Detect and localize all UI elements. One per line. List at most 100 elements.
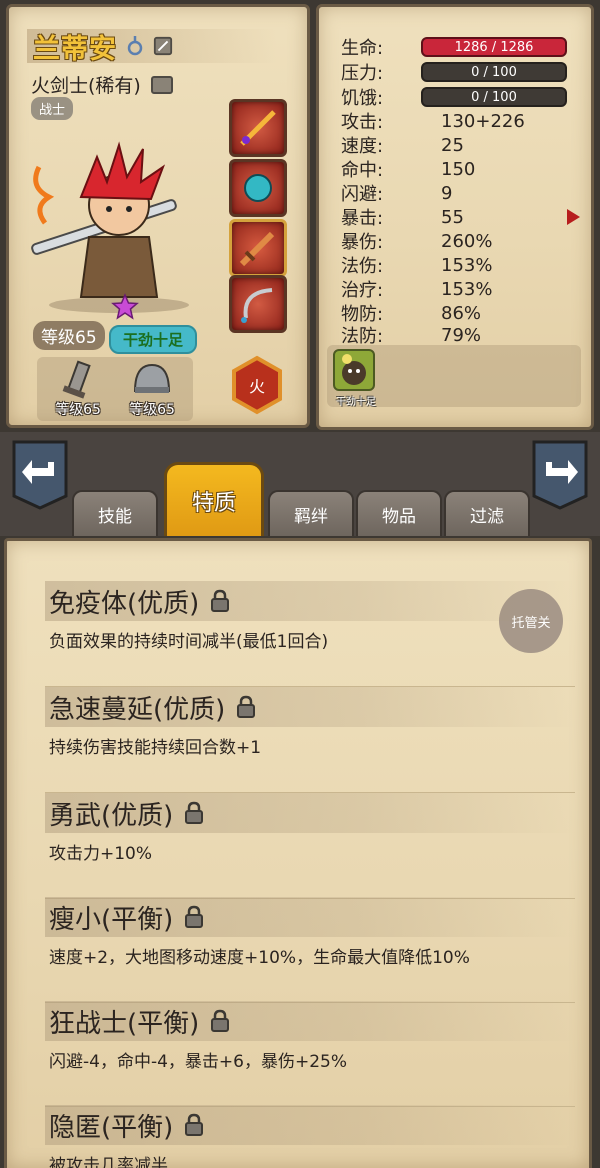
stat-label: 暴击:: [341, 208, 384, 229]
role-badge: 战士: [31, 97, 74, 120]
fire-element-icon[interactable]: 火: [227, 355, 287, 415]
equip-slot-weapon-1[interactable]: [229, 99, 287, 157]
stat-value: 153%: [441, 254, 493, 276]
stat-value: 260%: [441, 230, 493, 252]
stat-value: 55: [441, 206, 464, 228]
stat-value: 79%: [441, 324, 482, 346]
trait-item: 勇武(优质) 攻击力+10%: [45, 793, 575, 899]
stat-label: 速度:: [341, 136, 384, 157]
gear-box: 等级65 等级65: [37, 357, 193, 421]
gear-sword-level: 等级65: [55, 402, 101, 418]
stat-row: 暴击: 55: [341, 205, 591, 230]
stat-label: 治疗:: [341, 280, 384, 301]
flame-sword-icon: [240, 110, 276, 146]
stat-row: 命中: 150: [341, 157, 591, 182]
trait-item: 免疫体(优质) 负面效果的持续时间减半(最低1回合): [45, 581, 575, 687]
sword-icon: [239, 231, 275, 267]
stat-row: 暴伤: 260%: [341, 229, 591, 254]
character-name: 兰蒂安: [33, 33, 117, 65]
stats-panel: 生命: 1286 / 1286 压力: 0 / 100 饥饿: 0 / 100 …: [316, 4, 594, 430]
trait-header: 狂战士(平衡): [45, 1001, 575, 1041]
codex-icon[interactable]: [150, 75, 173, 94]
trait-header: 急速蔓延(优质): [45, 687, 575, 727]
equip-slot-weapon-2[interactable]: [229, 219, 287, 277]
character-panel: 兰蒂安 火剑士(稀有) 战士 等级65 干劲十足 等级65 等级65 火: [6, 4, 310, 428]
stat-row: 攻击: 130+226: [341, 109, 591, 134]
gear-helmet[interactable]: 等级65: [117, 357, 187, 421]
trait-item: 瘦小(平衡) 速度+2，大地图移动速度+10%，生命最大值降低10%: [45, 897, 575, 1003]
lock-icon[interactable]: [209, 589, 231, 613]
buff-icon[interactable]: [333, 349, 375, 391]
stat-row: 治疗: 153%: [341, 277, 591, 302]
rename-icon[interactable]: [153, 35, 173, 57]
expand-arrow-icon[interactable]: [567, 209, 580, 225]
stat-stress-label: 压力:: [341, 63, 384, 84]
gear-sword[interactable]: 等级65: [43, 357, 113, 421]
stat-row: 闪避: 9: [341, 181, 591, 206]
trait-item: 隐匿(平衡) 被攻击几率减半: [45, 1105, 575, 1168]
stat-label: 命中:: [341, 160, 384, 181]
buff-label: 干劲十足: [336, 397, 376, 408]
stat-label: 闪避:: [341, 184, 384, 205]
stat-hunger-label: 饥饿:: [341, 88, 384, 109]
trait-description: 持续伤害技能持续回合数+1: [49, 738, 262, 758]
stat-value: 9: [441, 182, 453, 204]
helmet-icon: [133, 363, 171, 393]
stat-label: 攻击:: [341, 112, 384, 133]
trait-name: 急速蔓延(优质): [49, 694, 226, 725]
tab-bonds[interactable]: 羁绊: [268, 490, 354, 536]
trait-description: 被攻击几率减半: [49, 1156, 168, 1168]
trait-item: 急速蔓延(优质) 持续伤害技能持续回合数+1: [45, 687, 575, 793]
stat-row: 法伤: 153%: [341, 253, 591, 278]
trait-name: 勇武(优质): [49, 800, 174, 831]
stat-value: 25: [441, 134, 464, 156]
shortsword-icon: [62, 360, 91, 399]
equip-slot-accessory[interactable]: [229, 159, 287, 217]
lock-icon[interactable]: [235, 695, 257, 719]
element-label: 火: [249, 377, 265, 396]
stat-value: 150: [441, 158, 476, 180]
trait-item: 狂战士(平衡) 闪避-4，命中-4，暴击+6，暴伤+25%: [45, 1001, 575, 1107]
lock-icon[interactable]: [183, 905, 205, 929]
class-line: 火剑士(稀有): [31, 71, 173, 98]
gender-icon: [127, 36, 143, 56]
stat-label: 暴伤:: [341, 232, 384, 253]
trait-description: 攻击力+10%: [49, 844, 153, 864]
back-arrow-icon[interactable]: [10, 438, 70, 512]
hunger-bar: 0 / 100: [421, 87, 567, 107]
lock-icon[interactable]: [183, 801, 205, 825]
tab-bar: 技能 特质 羁绊 物品 过滤: [0, 432, 600, 536]
trait-header: 隐匿(平衡): [45, 1105, 575, 1145]
trait-header: 勇武(优质): [45, 793, 575, 833]
trait-name: 免疫体(优质): [49, 588, 200, 619]
stat-row: 法防: 79%: [341, 323, 591, 348]
trait-description: 速度+2，大地图移动速度+10%，生命最大值降低10%: [49, 948, 470, 968]
stat-value: 130+226: [441, 110, 525, 132]
trait-name: 瘦小(平衡): [49, 904, 174, 935]
lock-icon[interactable]: [209, 1009, 231, 1033]
hp-bar: 1286 / 1286: [421, 37, 567, 57]
trait-name: 隐匿(平衡): [49, 1112, 174, 1143]
equip-slot-bow[interactable]: [229, 275, 287, 333]
traits-panel: 托管关 免疫体(优质) 负面效果的持续时间减半(最低1回合) 急速蔓延(优质) …: [4, 538, 592, 1168]
character-name-row: 兰蒂安: [27, 29, 277, 65]
trait-description: 负面效果的持续时间减半(最低1回合): [49, 632, 329, 652]
forward-arrow-icon[interactable]: [530, 438, 590, 512]
stress-bar: 0 / 100: [421, 62, 567, 82]
gear-helmet-level: 等级65: [129, 402, 175, 418]
tab-items[interactable]: 物品: [356, 490, 442, 536]
bow-icon: [241, 288, 273, 323]
stat-value: 153%: [441, 278, 493, 300]
buff-area: 干劲十足: [327, 345, 581, 408]
trait-header: 免疫体(优质): [45, 581, 575, 621]
tab-traits[interactable]: 特质: [164, 462, 264, 536]
class-label: 火剑士(稀有): [31, 75, 141, 97]
stat-label: 法伤:: [341, 256, 384, 277]
tab-filter[interactable]: 过滤: [444, 490, 530, 536]
energetic-face-icon: [342, 354, 366, 385]
hero-portrait: [31, 141, 189, 313]
level-badge: 等级65: [33, 321, 105, 350]
stat-row: 速度: 25: [341, 133, 591, 158]
lock-icon[interactable]: [183, 1113, 205, 1137]
tab-skills[interactable]: 技能: [72, 490, 158, 536]
